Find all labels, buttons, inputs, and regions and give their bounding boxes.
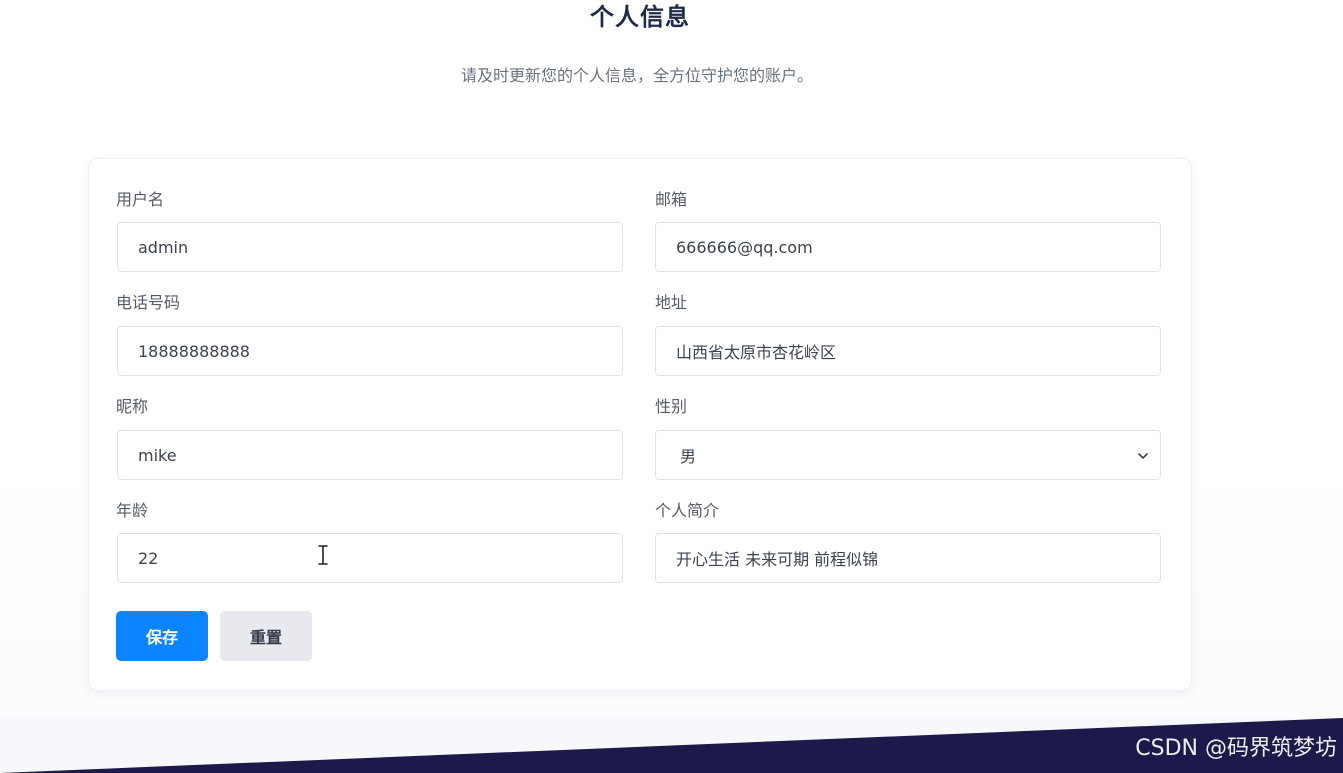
username-value: admin — [138, 237, 189, 257]
bio-input[interactable]: 开心生活 未来可期 前程似锦 — [655, 533, 1161, 583]
gender-value: 男 — [680, 447, 697, 466]
email-input[interactable]: 666666@qq.com — [655, 222, 1161, 272]
save-button[interactable]: 保存 — [116, 611, 208, 661]
address-input[interactable]: 山西省太原市杏花岭区 — [655, 326, 1161, 376]
email-value: 666666@qq.com — [676, 237, 813, 257]
phone-value: 18888888888 — [138, 341, 250, 361]
profile-page: 个人信息 请及时更新您的个人信息，全方位守护您的账户。 用户名 admin 邮箱… — [0, 0, 1343, 773]
address-value: 山西省太原市杏花岭区 — [676, 343, 837, 362]
nickname-input[interactable]: mike — [117, 430, 623, 480]
age-label: 年龄 — [116, 501, 149, 520]
address-label: 地址 — [655, 293, 688, 312]
username-label: 用户名 — [116, 190, 165, 209]
gender-select[interactable]: 男 — [655, 430, 1161, 480]
gender-label: 性别 — [655, 397, 688, 416]
watermark: CSDN @码界筑梦坊 — [1135, 736, 1337, 761]
bio-value: 开心生活 未来可期 前程似锦 — [676, 550, 879, 569]
email-label: 邮箱 — [655, 190, 688, 209]
reset-button[interactable]: 重置 — [220, 611, 312, 661]
phone-label: 电话号码 — [116, 293, 181, 312]
phone-input[interactable]: 18888888888 — [117, 326, 623, 376]
text-cursor-icon — [318, 545, 328, 565]
nickname-value: mike — [138, 445, 177, 465]
chevron-down-icon — [1138, 453, 1148, 459]
nickname-label: 昵称 — [116, 397, 149, 416]
age-value: 22 — [138, 548, 159, 568]
age-input[interactable]: 22 — [117, 533, 623, 583]
username-input[interactable]: admin — [117, 222, 623, 272]
bio-label: 个人简介 — [655, 501, 720, 520]
page-subtitle: 请及时更新您的个人信息，全方位守护您的账户。 — [460, 66, 813, 85]
page-title: 个人信息 — [590, 3, 690, 31]
